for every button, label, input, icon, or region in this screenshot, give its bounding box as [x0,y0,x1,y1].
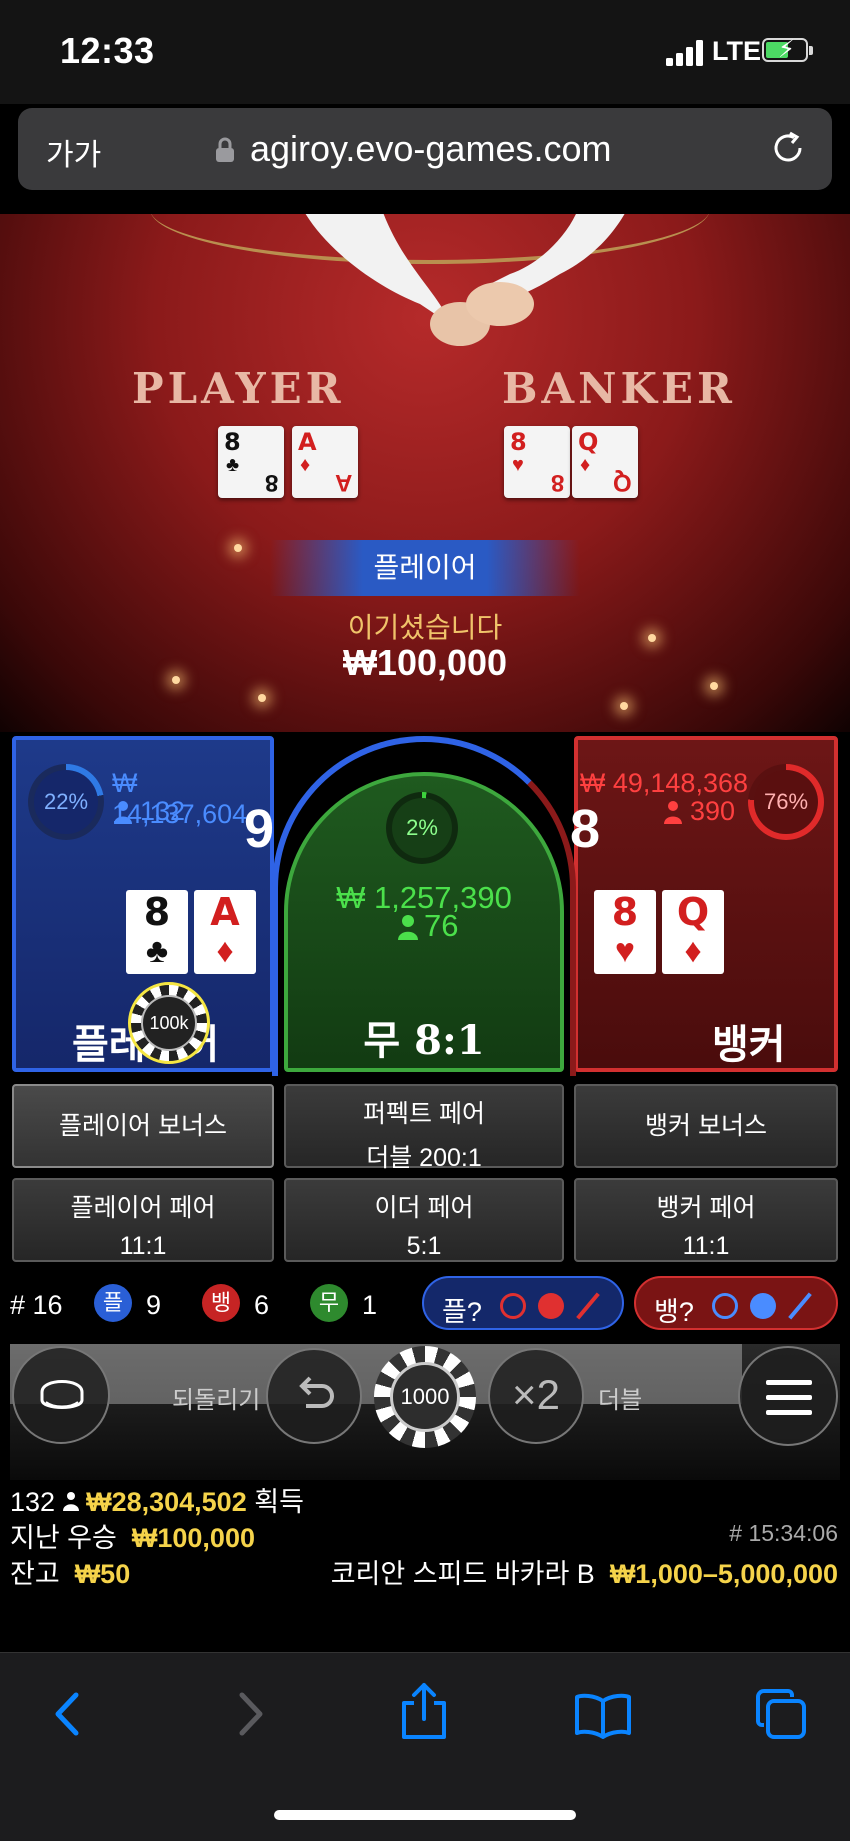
banker-bet-spot[interactable]: 76% ₩ 49,148,368 390 8 8 ♥ Q ♦ 뱅커 [570,736,838,1072]
predict-slash-icon [788,1292,812,1320]
sparkle [258,694,266,702]
round-id: # 15:34:06 [729,1520,838,1546]
predict-bead-icon [750,1293,776,1319]
tie-spot-label: 무 8:1 [363,1017,485,1064]
dealer-hands [305,214,625,346]
selected-chip[interactable]: 1000 [374,1346,476,1448]
table-card: 8 ♥ 8 [504,426,570,498]
user-icon [114,800,132,829]
player-bettors: 132 [140,796,186,826]
tie-win-bubble: 무 [310,1284,348,1322]
winner-banner: 플레이어 [270,540,580,596]
player-percent-ring: 22% [28,764,104,840]
table-icon [40,1380,84,1409]
table-card: Q ♦ Q [572,426,638,498]
session-info: 132 ₩28,304,502 획득 [10,1480,304,1519]
undo-icon [299,1376,334,1408]
perfect-pair-button[interactable]: 퍼펙트 페어 더블 200:1 [284,1084,564,1172]
undo-button[interactable] [266,1348,362,1444]
home-indicator [274,1810,576,1820]
total-won: ₩28,304,502 [86,1487,247,1517]
status-bar: 12:33 LTE ⚡ [0,0,850,104]
bookmarks-icon[interactable] [574,1691,632,1739]
battery-icon: ⚡ [762,36,813,63]
balance-info: 잔고 ₩50 [10,1559,131,1589]
table-card: 8 ♣ 8 [218,426,284,498]
user-icon [62,1492,79,1511]
text-size-button[interactable]: 가가 [46,130,101,174]
player-bonus-button[interactable]: 플레이어 보너스 [12,1084,274,1168]
forward-icon[interactable] [230,1689,270,1739]
predict-slash-icon [576,1292,600,1320]
felt-player-label: PLAYER [132,364,345,413]
lobby-button[interactable] [12,1346,110,1444]
address-bar[interactable]: 가가 agiroy.evo-games.com [18,108,832,190]
double-button[interactable]: ×2 [488,1348,584,1444]
tabs-icon[interactable] [754,1687,808,1741]
tie-bet-spot[interactable]: 2% ₩ 1,257,390 76 무 8:1 [284,772,564,1072]
double-label: 더블 [598,1387,643,1414]
banker-card: Q ♦ [662,890,724,974]
round-count: # 16 [10,1290,63,1320]
player-win-count: 9 [146,1290,162,1320]
player-predict-button[interactable]: 플? [422,1276,624,1330]
tie-bettors: 76 [424,908,459,943]
sparkle [234,544,242,552]
banker-percent-ring: 76% [748,764,824,840]
tie-percent-ring: 2% [386,792,458,864]
tie-win-count: 1 [362,1290,378,1320]
win-amount: ₩100,000 [342,642,508,683]
player-score: 9 [244,799,275,859]
balance-amount: ₩50 [74,1559,131,1589]
share-icon[interactable] [400,1681,448,1741]
banker-predict-button[interactable]: 뱅? [634,1276,838,1330]
undo-label: 되돌리기 [172,1387,261,1414]
bet-limits: ₩1,000–5,000,000 [609,1559,838,1589]
predict-big-road-icon [712,1293,738,1319]
players-online: 132 [10,1487,56,1517]
player-win-bubble: 플 [94,1284,132,1322]
table-info: 코리안 스피드 바카라 B ₩1,000–5,000,000 [331,1552,838,1591]
player-card: A ♦ [194,890,256,974]
lock-icon [216,137,234,162]
banker-score: 8 [570,799,601,859]
win-message: 이기셨습니다 [347,612,503,643]
hamburger-icon [766,1380,812,1415]
network-type: LTE [712,36,761,66]
reload-icon[interactable] [768,128,808,168]
won-label: 획득 [254,1487,304,1517]
either-pair-button[interactable]: 이더 페어 5:1 [284,1178,564,1262]
table-card: A ♦ A [292,426,358,498]
banker-win-count: 6 [254,1290,270,1320]
placed-chip: 100k [128,982,210,1064]
back-icon[interactable] [48,1689,88,1739]
player-card: 8 ♣ [126,890,188,974]
clock: 12:33 [60,30,155,71]
predict-bead-icon [538,1293,564,1319]
banker-spot-label: 뱅커 [712,1023,786,1067]
banker-pair-button[interactable]: 뱅커 페어 11:1 [574,1178,838,1262]
url-text[interactable]: agiroy.evo-games.com [250,128,611,170]
table-name: 코리안 스피드 바카라 B [330,1559,595,1589]
last-win-amount: ₩100,000 [131,1523,255,1553]
last-win-info: 지난 우승 ₩100,000 [10,1523,255,1553]
menu-button[interactable] [738,1346,838,1446]
banker-bonus-button[interactable]: 뱅커 보너스 [574,1084,838,1168]
user-icon [398,914,418,945]
sparkle [620,702,628,710]
player-pair-button[interactable]: 플레이어 페어 11:1 [12,1178,274,1262]
dealer-video: PLAYER BANKER 8 ♣ 8 A ♦ A 8 ♥ 8 Q ♦ Q 플레이어 이기셨습니… [0,214,850,732]
banker-bettors: 390 [690,796,736,826]
banker-card: 8 ♥ [594,890,656,974]
predict-big-road-icon [500,1293,526,1319]
felt-banker-label: BANKER [502,364,736,413]
banker-bet-total: ₩ 49,148,368 [579,768,748,798]
user-icon [664,800,682,829]
signal-icon [666,40,706,66]
banker-win-bubble: 뱅 [202,1284,240,1322]
